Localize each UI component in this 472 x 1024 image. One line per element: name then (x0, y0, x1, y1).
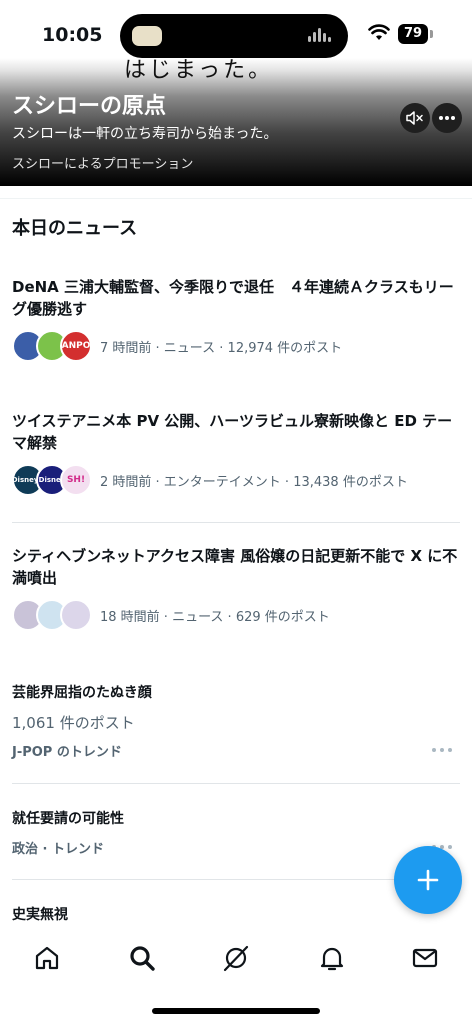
news-meta: ANPO 7 時間前 · ニュース · 12,974 件のポスト (12, 330, 342, 362)
trend-title: 就任要請の可能性 (12, 811, 124, 827)
section-title-today-news: 本日のニュース (12, 218, 138, 239)
promo-handwritten-text: はじまった。 (124, 58, 274, 83)
avatar-stack (12, 599, 94, 631)
promo-credit: スシローによるプロモーション (12, 157, 194, 172)
trend-category: J-POP のトレンド (12, 745, 122, 760)
nav-notifications[interactable] (312, 938, 352, 978)
avatar: ANPO (60, 330, 92, 362)
avatar (60, 599, 92, 631)
trend-item[interactable]: 芸能界屈指のたぬき顔 1,061 件のポスト J-POP のトレンド (12, 682, 462, 760)
promo-more-button[interactable] (432, 103, 462, 133)
news-headline: DeNA 三浦大輔監督、今季限りで退任 ４年連続Ａクラスもリーグ優勝逃す (12, 278, 454, 318)
news-headline: シティヘブンネットアクセス障害 風俗嬢の日記更新不能で X に不満噴出 (12, 547, 458, 587)
audio-waveform-icon (308, 26, 334, 46)
section-divider (0, 198, 472, 199)
dynamic-island[interactable] (120, 14, 348, 58)
trend-more-button[interactable] (432, 745, 452, 755)
mute-button[interactable] (400, 103, 430, 133)
news-meta-text: 2 時間前 · エンターテイメント · 13,438 件のポスト (100, 474, 408, 490)
news-meta: 18 時間前 · ニュース · 629 件のポスト (12, 599, 330, 631)
news-meta: Disney+ Disney SH! 2 時間前 · エンターテイメント · 1… (12, 464, 408, 496)
home-indicator[interactable] (152, 1008, 320, 1014)
compose-post-button[interactable] (394, 846, 462, 914)
news-meta-text: 18 時間前 · ニュース · 629 件のポスト (100, 609, 330, 625)
news-item[interactable]: ツイステアニメ本 PV 公開、ハーツラビュル寮新映像と ED テーマ解禁 Dis… (12, 410, 462, 496)
news-meta-text: 7 時間前 · ニュース · 12,974 件のポスト (100, 340, 343, 356)
wifi-icon (368, 24, 390, 40)
speaker-muted-icon (406, 111, 423, 125)
avatar: SH! (60, 464, 92, 496)
nav-home[interactable] (27, 938, 67, 978)
messages-icon (412, 948, 438, 968)
trend-item[interactable]: 史実無視 (12, 904, 462, 924)
news-headline: ツイステアニメ本 PV 公開、ハーツラビュル寮新映像と ED テーマ解禁 (12, 412, 453, 452)
promoted-video-banner[interactable]: はじまった。 スシローの原点 スシローは一軒の立ち寿司から始まった。 スシローに… (0, 58, 472, 186)
trend-item[interactable]: 就任要請の可能性 政治 · トレンド (12, 808, 462, 857)
trend-category: 政治 · トレンド (12, 842, 104, 857)
battery-tip (430, 30, 433, 38)
promo-subtitle: スシローは一軒の立ち寿司から始まった。 (12, 126, 278, 142)
avatar-stack: ANPO (12, 330, 94, 362)
notifications-icon (320, 947, 344, 971)
promo-title: スシローの原点 (12, 94, 167, 119)
nav-grok[interactable] (216, 938, 256, 978)
search-icon (130, 946, 155, 971)
nav-messages[interactable] (405, 938, 445, 978)
trend-post-count: 1,061 件のポスト (12, 714, 135, 732)
list-divider (12, 522, 460, 523)
trend-title: 芸能界屈指のたぬき顔 (12, 685, 152, 701)
news-item[interactable]: DeNA 三浦大輔監督、今季限りで退任 ４年連続Ａクラスもリーグ優勝逃す ANP… (12, 276, 462, 362)
now-playing-thumbnail (132, 26, 162, 46)
list-divider (12, 783, 460, 784)
grok-icon (223, 945, 249, 972)
more-dots-icon (439, 116, 455, 120)
avatar-stack: Disney+ Disney SH! (12, 464, 94, 496)
nav-explore[interactable] (122, 938, 162, 978)
list-divider (12, 879, 460, 880)
trend-title: 史実無視 (12, 907, 68, 923)
news-item[interactable]: シティヘブンネットアクセス障害 風俗嬢の日記更新不能で X に不満噴出 18 時… (12, 545, 462, 631)
battery-indicator: 79 (398, 24, 428, 44)
status-time: 10:05 (42, 24, 103, 46)
home-icon (35, 946, 59, 970)
plus-icon (417, 869, 439, 891)
